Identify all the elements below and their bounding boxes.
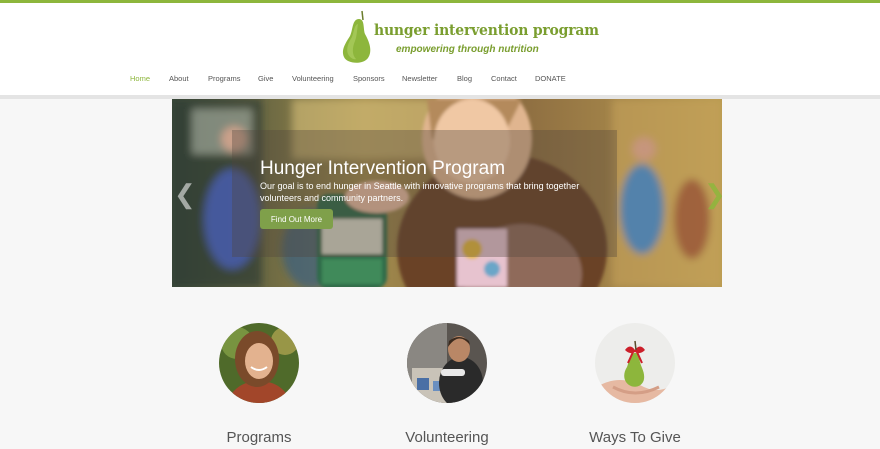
chevron-left-icon[interactable]: ❮	[174, 181, 196, 207]
programs-photo[interactable]	[219, 323, 299, 403]
site-logo[interactable]: hunger intervention program empowering t…	[338, 10, 599, 66]
nav-contact[interactable]: Contact	[491, 74, 517, 83]
hero-title: Hunger Intervention Program	[260, 158, 506, 179]
nav-programs[interactable]: Programs	[208, 74, 241, 83]
hero-slider[interactable]: Hunger Intervention Program Our goal is …	[172, 99, 722, 287]
chevron-right-icon[interactable]: ❯	[704, 181, 722, 207]
nav-volunteering[interactable]: Volunteering	[292, 74, 334, 83]
hero-text: Our goal is to end hunger in Seattle wit…	[260, 181, 580, 203]
nav-about[interactable]: About	[169, 74, 189, 83]
volunteering-photo[interactable]	[407, 323, 487, 403]
nav-newsletter[interactable]: Newsletter	[402, 74, 437, 83]
feature-ways-to-give[interactable]: Ways To Give	[555, 323, 715, 446]
pear-logo-icon	[342, 10, 371, 63]
nav-sponsors[interactable]: Sponsors	[353, 74, 385, 83]
nav-give[interactable]: Give	[258, 74, 273, 83]
find-out-more-button[interactable]: Find Out More	[260, 209, 333, 229]
feature-label-programs[interactable]: Programs	[179, 429, 339, 446]
feature-programs[interactable]: Programs	[179, 323, 339, 446]
logo-title: hunger intervention program	[374, 21, 599, 39]
feature-volunteering[interactable]: Volunteering	[367, 323, 527, 446]
nav-blog[interactable]: Blog	[457, 74, 472, 83]
nav-donate[interactable]: DONATE	[535, 74, 566, 83]
ways-to-give-photo[interactable]	[595, 323, 675, 403]
main-nav: Home About Programs Give Volunteering Sp…	[0, 74, 880, 88]
logo-tagline: empowering through nutrition	[396, 44, 539, 55]
feature-label-ways-to-give[interactable]: Ways To Give	[555, 429, 715, 446]
feature-label-volunteering[interactable]: Volunteering	[367, 429, 527, 446]
nav-home[interactable]: Home	[130, 74, 150, 83]
site-header: hunger intervention program empowering t…	[0, 3, 880, 95]
